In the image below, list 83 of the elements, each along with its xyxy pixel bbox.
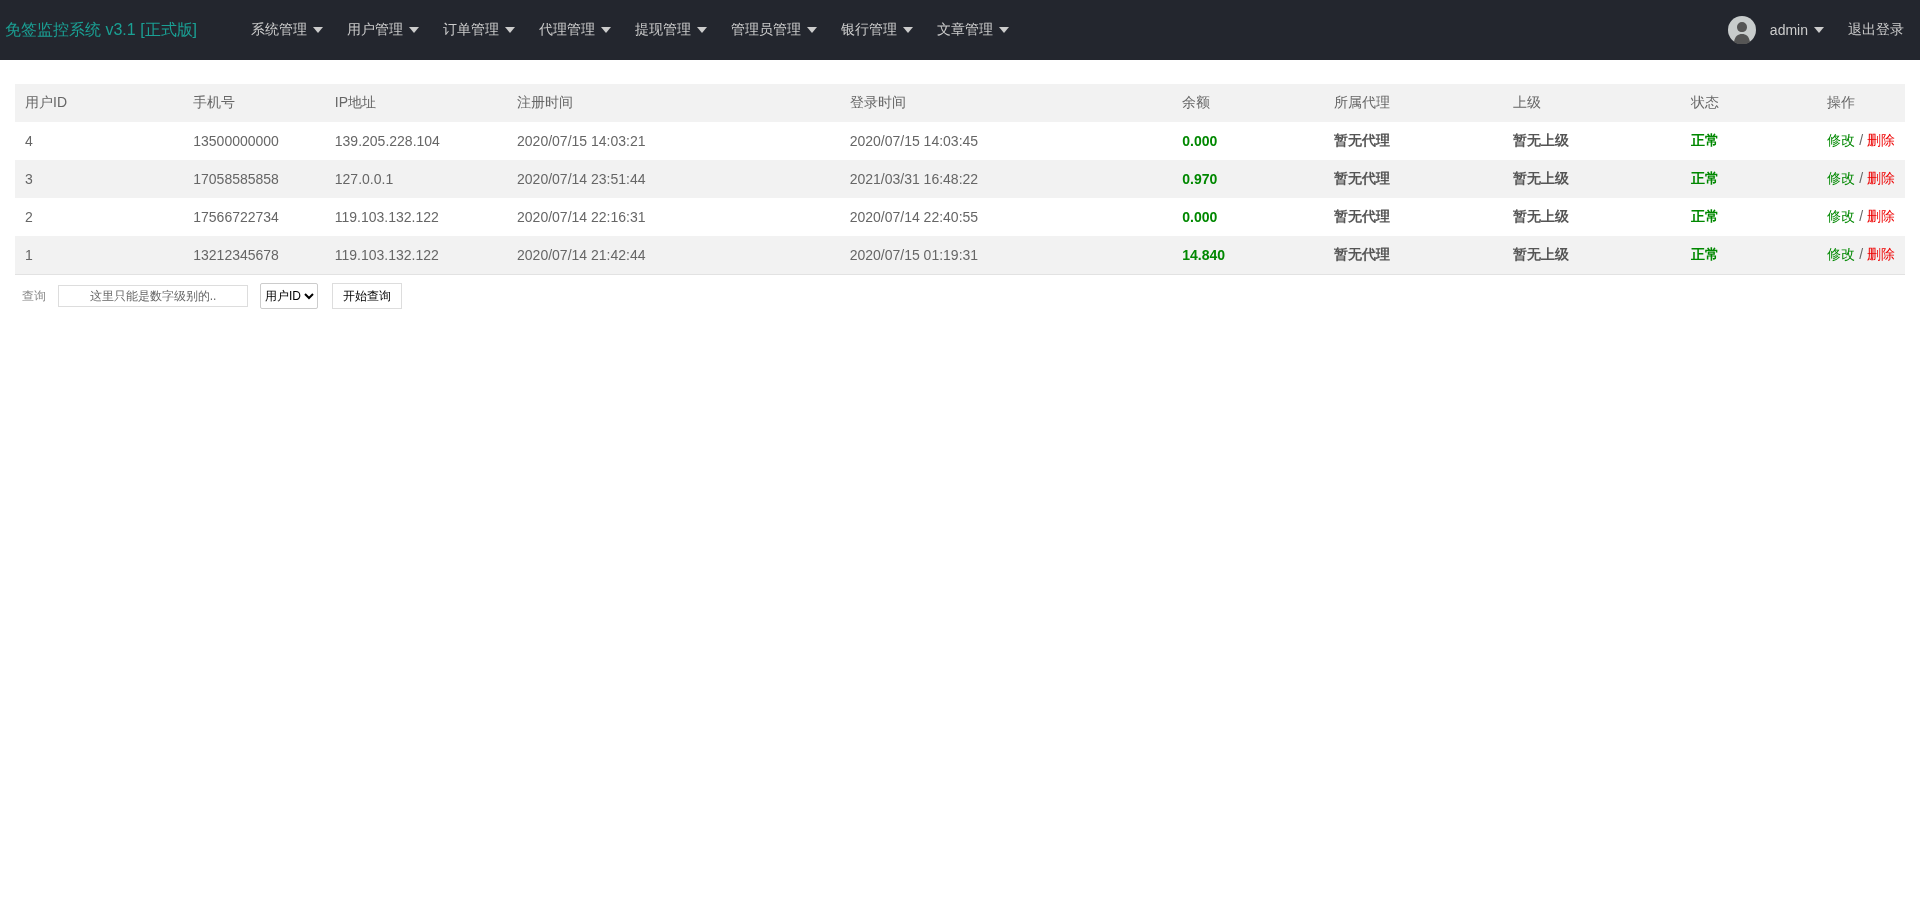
table-cell: 0.000 (1172, 198, 1325, 236)
table-cell: 正常 (1681, 160, 1818, 198)
search-label: 查询 (22, 287, 46, 305)
table-cell: 13500000000 (183, 122, 325, 160)
delete-link[interactable]: 删除 (1867, 246, 1895, 262)
nav-menu[interactable]: 提现管理 (623, 0, 720, 60)
table-cell: 暂无上级 (1502, 122, 1682, 160)
nav-menu[interactable]: 订单管理 (431, 0, 528, 60)
table-cell: 暂无上级 (1502, 198, 1682, 236)
column-header: 登录时间 (839, 84, 1173, 122)
column-header: 操作 (1817, 84, 1905, 122)
table-cell: 2020/07/14 23:51:44 (507, 160, 840, 198)
edit-link[interactable]: 修改 (1827, 132, 1856, 148)
table-cell: 119.103.132.122 (324, 236, 508, 275)
field-select[interactable]: 用户ID (260, 283, 318, 309)
table-cell: 1 (15, 236, 184, 275)
table-cell: 14.840 (1172, 236, 1325, 275)
logout-link[interactable]: 退出登录 (1836, 0, 1916, 60)
table-cell: 2 (15, 198, 184, 236)
table-cell: 正常 (1681, 198, 1818, 236)
delete-link[interactable]: 删除 (1867, 208, 1895, 224)
column-header: 手机号 (183, 84, 325, 122)
user-menu[interactable]: admin (1769, 0, 1824, 60)
table-cell: 暂无代理 (1324, 198, 1503, 236)
table-cell: 3 (15, 160, 184, 198)
caret-icon (409, 27, 420, 33)
table-cell: 17058585858 (183, 160, 325, 198)
nav-menu[interactable]: 文章管理 (925, 0, 1022, 60)
table-cell: 0.000 (1172, 122, 1325, 160)
column-header: 余额 (1172, 84, 1325, 122)
separator: / (1858, 246, 1865, 262)
separator: / (1858, 208, 1865, 224)
table-cell: 2020/07/14 21:42:44 (507, 236, 840, 275)
caret-icon (505, 27, 516, 33)
caret-icon (697, 27, 708, 33)
delete-link[interactable]: 删除 (1867, 132, 1895, 148)
table-cell: 127.0.0.1 (324, 160, 508, 198)
caret-icon (903, 27, 914, 33)
edit-link[interactable]: 修改 (1827, 170, 1856, 186)
caret-icon (313, 27, 324, 33)
table-cell: 暂无代理 (1324, 160, 1503, 198)
table-cell: 暂无代理 (1324, 236, 1503, 275)
nav-menu[interactable]: 系统管理 (239, 0, 336, 60)
delete-link[interactable]: 删除 (1867, 170, 1895, 186)
brand-title: 免签监控系统 v3.1 [正式版] (5, 19, 198, 40)
edit-link[interactable]: 修改 (1827, 208, 1856, 224)
table-cell: 2020/07/14 22:40:55 (839, 198, 1173, 236)
column-header: 注册时间 (507, 84, 840, 122)
table-cell: 2020/07/15 01:19:31 (839, 236, 1173, 275)
table-cell: 139.205.228.104 (324, 122, 508, 160)
table-cell: 暂无上级 (1502, 160, 1682, 198)
caret-icon (807, 27, 818, 33)
table-cell: 正常 (1681, 122, 1818, 160)
nav-menu[interactable]: 代理管理 (527, 0, 624, 60)
search-button[interactable]: 开始查询 (332, 283, 402, 309)
table-cell: 2020/07/15 14:03:45 (839, 122, 1173, 160)
table-cell: 0.970 (1172, 160, 1325, 198)
table-cell: 暂无代理 (1324, 122, 1503, 160)
caret-icon (1814, 27, 1824, 33)
nav-menu[interactable]: 管理员管理 (719, 0, 830, 60)
table-cell: 17566722734 (183, 198, 325, 236)
separator: / (1858, 170, 1865, 186)
avatar-icon (1727, 16, 1756, 44)
table-cell: 119.103.132.122 (324, 198, 508, 236)
column-header: 所属代理 (1324, 84, 1503, 122)
nav-menu[interactable]: 银行管理 (829, 0, 926, 60)
nav-menu[interactable]: 用户管理 (335, 0, 432, 60)
table-cell: 4 (15, 122, 184, 160)
table-cell: 2020/07/14 22:16:31 (507, 198, 840, 236)
column-header: 状态 (1681, 84, 1818, 122)
caret-icon (999, 27, 1010, 33)
column-header: 上级 (1502, 84, 1682, 122)
table-cell: 2021/03/31 16:48:22 (839, 160, 1173, 198)
table-cell: 2020/07/15 14:03:21 (507, 122, 840, 160)
separator: / (1858, 132, 1865, 148)
caret-icon (601, 27, 612, 33)
table-cell: 正常 (1681, 236, 1818, 275)
edit-link[interactable]: 修改 (1827, 246, 1856, 262)
table-cell: 暂无上级 (1502, 236, 1682, 275)
column-header: IP地址 (324, 84, 508, 122)
column-header: 用户ID (15, 84, 184, 122)
search-field[interactable]: 这里只能是数字级别的.. (58, 285, 248, 307)
table-cell: 13212345678 (183, 236, 325, 275)
